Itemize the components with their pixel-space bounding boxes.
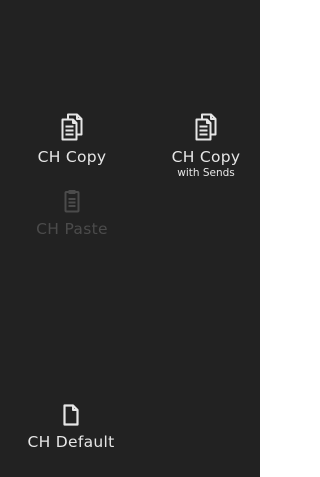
ch-paste-label: CH Paste (36, 220, 108, 238)
copy-icon (195, 113, 217, 141)
clipboard-icon (64, 190, 80, 213)
ch-paste-button[interactable]: CH Paste (26, 189, 118, 238)
ch-copy-with-sends-label: CH Copy (171, 148, 241, 166)
document-icon (63, 404, 79, 426)
ch-copy-label: CH Copy (37, 148, 107, 166)
ch-default-button[interactable]: CH Default (8, 404, 134, 451)
ch-copy-button[interactable]: CH Copy (26, 113, 118, 166)
channel-edit-panel: CH Copy CH Copy with Sends CH Paste CH D… (0, 0, 260, 477)
copy-icon (61, 113, 83, 141)
ch-copy-with-sends-button[interactable]: CH Copy with Sends (156, 113, 256, 180)
ch-default-label: CH Default (27, 433, 115, 451)
with-sends-sublabel: with Sends (177, 167, 235, 179)
